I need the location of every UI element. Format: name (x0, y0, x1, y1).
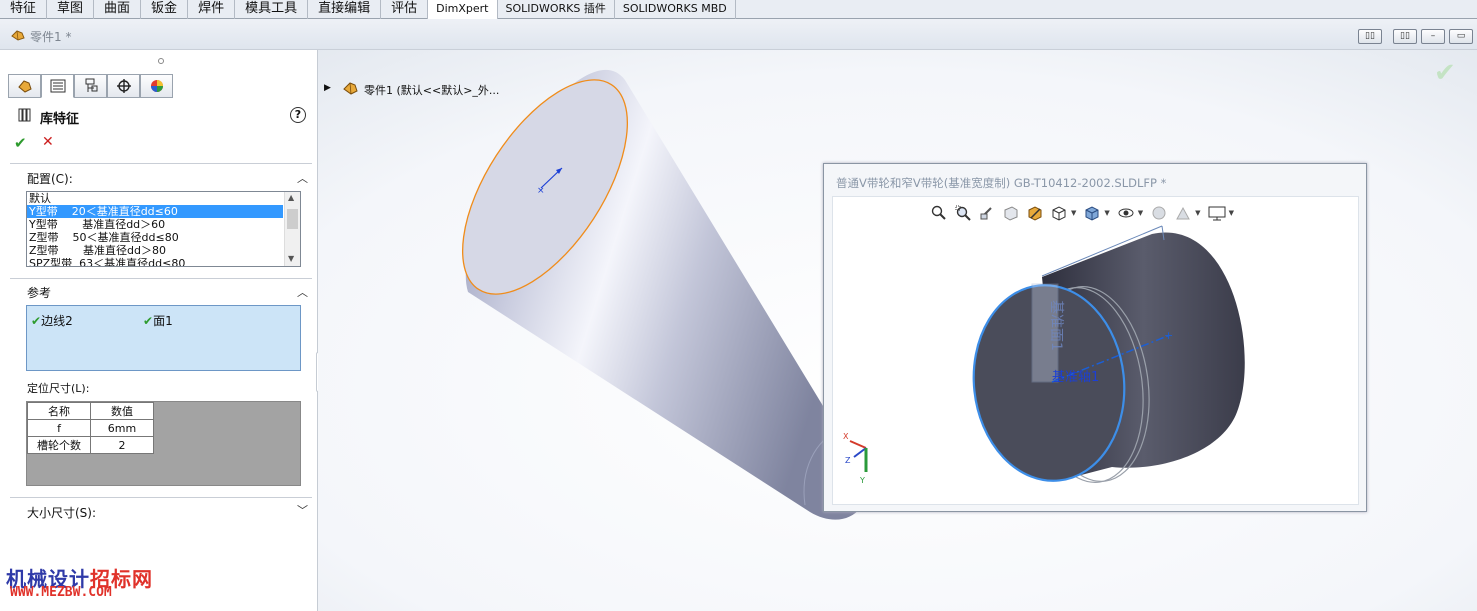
property-manager-icon (50, 79, 65, 93)
feature-title: 库特征 (40, 112, 80, 127)
feature-tree-icon (17, 80, 32, 93)
document-title: 零件1 * (30, 30, 72, 44)
part-tree-icon (342, 80, 360, 99)
references-collapse-icon[interactable]: ︿ (297, 284, 308, 300)
triad-x-axis (849, 440, 867, 449)
config-item[interactable]: Z型带 基准直径dd＞80 (27, 244, 300, 257)
tile-right-button[interactable]: ▯▯ (1393, 29, 1417, 44)
tab-surfaces[interactable]: 曲面 (94, 0, 142, 19)
datum-plane-label: 基准面1 (1048, 300, 1065, 351)
document-title-bar: 零件1 * ▯▯ ▯▯ – ▭ (0, 19, 1477, 50)
scroll-up-icon[interactable]: ▲ (288, 193, 294, 202)
tab-solidworks-addins[interactable]: SOLIDWORKS 插件 (498, 0, 615, 19)
reference-item[interactable]: ✔面1 (143, 312, 173, 329)
cancel-button[interactable]: ✕ (42, 134, 54, 150)
column-header: 名称 (27, 402, 91, 420)
config-item[interactable]: SPZ型带 63＜基准直径dd≤80 (27, 257, 300, 266)
tab-features[interactable]: 特征 (0, 0, 48, 19)
panel-grip-icon[interactable] (158, 58, 164, 64)
maximize-button[interactable]: ▭ (1449, 29, 1473, 44)
reference-label: 边线2 (41, 314, 73, 328)
triad-y-label: Y (859, 476, 865, 485)
scroll-thumb[interactable] (287, 209, 298, 229)
library-feature-icon (16, 106, 34, 127)
config-item-selected[interactable]: Y型带 20＜基准直径dd≤60 (27, 205, 283, 218)
locating-dims-label: 定位尺寸(L): (27, 382, 90, 395)
panel-tabs (8, 74, 173, 98)
divider (10, 163, 312, 164)
locating-dims-grid: 名称 数值 f 6mm 槽轮个数 2 (26, 401, 301, 486)
ok-button[interactable]: ✔ (14, 134, 27, 152)
tree-expand-icon[interactable]: ▶ (324, 83, 331, 93)
tab-dimxpert[interactable]: DimXpert (428, 0, 498, 19)
library-preview-window: 普通V带轮和窄V带轮(基准宽度制) GB-T10412-2002.SLDLFP … (823, 163, 1367, 512)
tab-direct-editing[interactable]: 直接编辑 (308, 0, 382, 19)
display-manager-icon (150, 80, 163, 92)
check-icon: ✔ (143, 314, 154, 328)
dim-value-cell[interactable]: 6mm (90, 419, 154, 437)
config-section-label: 配置(C): (27, 172, 73, 186)
tab-feature-manager[interactable] (8, 74, 41, 98)
size-dims-expand-icon[interactable]: ﹀ (297, 502, 308, 518)
reference-item[interactable]: ✔边线2 (31, 312, 73, 329)
tab-solidworks-mbd[interactable]: SOLIDWORKS MBD (615, 0, 736, 19)
size-dims-label: 大小尺寸(S): (27, 506, 97, 520)
divider (10, 497, 312, 498)
part-icon (10, 28, 26, 45)
triad-z-label: Z (845, 456, 851, 465)
reference-label: 面1 (153, 314, 173, 328)
config-listbox[interactable]: 默认 Y型带 20＜基准直径dd≤60 Y型带 基准直径dd＞60 Z型带 50… (26, 191, 301, 267)
divider (10, 278, 312, 279)
triad-z-axis (853, 447, 867, 458)
tab-property-manager[interactable] (41, 74, 74, 98)
tab-display-manager[interactable] (140, 74, 173, 98)
references-section-label: 参考 (27, 286, 52, 300)
config-item[interactable]: 默认 (27, 192, 300, 205)
confirmation-corner-check-icon[interactable]: ✔ (1434, 58, 1456, 88)
config-item[interactable]: Y型带 基准直径dd＞60 (27, 218, 300, 231)
configuration-icon (85, 78, 97, 92)
preview-title: 普通V带轮和窄V带轮(基准宽度制) GB-T10412-2002.SLDLFP … (836, 176, 1167, 190)
dim-value-cell[interactable]: 2 (90, 436, 154, 454)
minimize-button[interactable]: – (1421, 29, 1445, 44)
command-manager-tabs: 特征 草图 曲面 钣金 焊件 模具工具 直接编辑 评估 DimXpert SOL… (0, 0, 1477, 19)
axis-end-mark: + (1164, 329, 1173, 342)
config-item[interactable]: Z型带 50＜基准直径dd≤80 (27, 231, 300, 244)
feature-tree-root[interactable]: 零件1 (默认<<默认>_外... (364, 82, 499, 98)
config-collapse-icon[interactable]: ︿ (297, 170, 308, 186)
preview-viewport[interactable]: ▼ ▼ ▼ ▼ ▼ 基准面1 + 基准轴1 X Z Y (832, 196, 1359, 505)
tab-configuration-manager[interactable] (74, 74, 107, 98)
triad-x-label: X (843, 432, 849, 441)
tab-dimxpert-manager[interactable] (107, 74, 140, 98)
tab-sketch[interactable]: 草图 (47, 0, 95, 19)
tab-evaluate[interactable]: 评估 (381, 0, 429, 19)
help-icon[interactable]: ? (290, 107, 306, 123)
scroll-down-icon[interactable]: ▼ (288, 254, 294, 263)
dim-name-cell: f (27, 419, 91, 437)
tile-left-button[interactable]: ▯▯ (1358, 29, 1382, 44)
column-header: 数值 (90, 402, 154, 420)
check-icon: ✔ (31, 314, 42, 328)
tab-weldments[interactable]: 焊件 (188, 0, 236, 19)
preview-model: 基准面1 + 基准轴1 X Z Y (843, 225, 1245, 485)
datum-axis-label: 基准轴1 (1052, 370, 1099, 385)
dim-name-cell: 槽轮个数 (27, 436, 91, 454)
tab-mold-tools[interactable]: 模具工具 (235, 0, 309, 19)
references-box[interactable]: ✔边线2 ✔面1 (26, 305, 301, 371)
watermark-url: WWW.MEZBW.COM (10, 585, 112, 600)
dimxpert-icon (116, 79, 131, 93)
config-scrollbar[interactable]: ▲ ▼ (284, 192, 300, 266)
axis-origin-mark: × (537, 186, 545, 196)
tab-sheet-metal[interactable]: 钣金 (141, 0, 189, 19)
